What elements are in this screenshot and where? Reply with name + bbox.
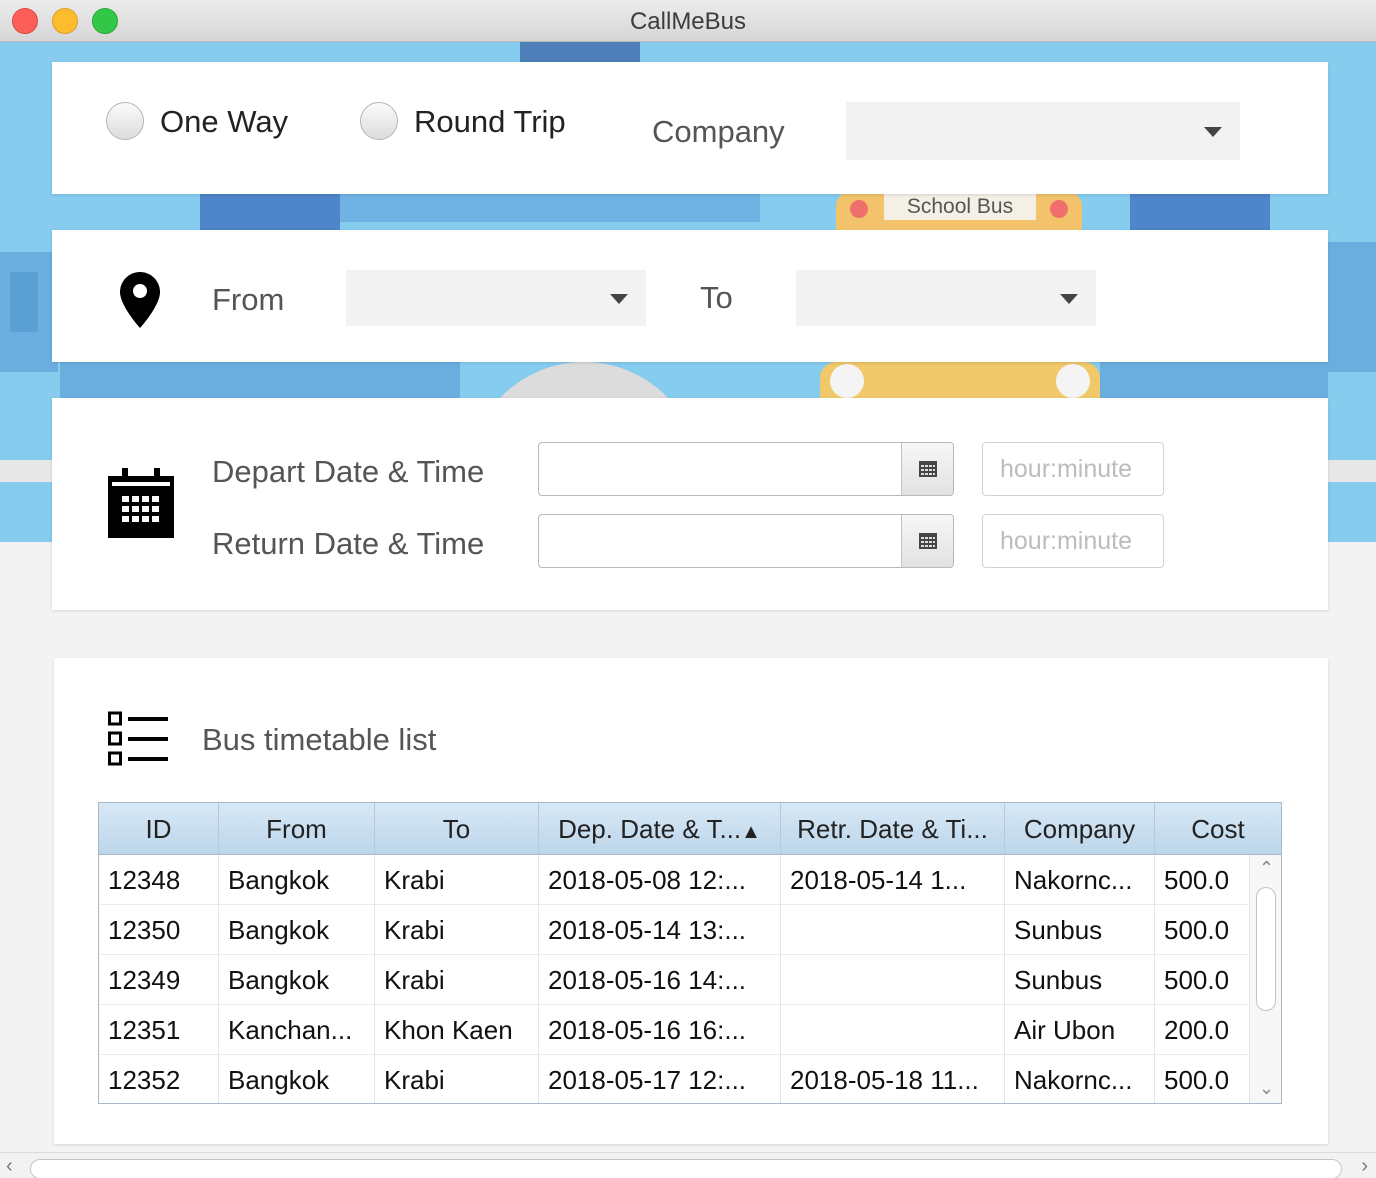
to-select[interactable] [796,270,1096,326]
cell-to: Khon Kaen [375,1005,539,1055]
timetable-table: ID From To Dep. Date & T...▲ Retr. Date … [98,802,1282,1104]
from-select[interactable] [346,270,646,326]
table-row[interactable]: 12351 Kanchan... Khon Kaen 2018-05-16 16… [99,1005,1249,1055]
column-header-company[interactable]: Company [1005,803,1155,855]
cell-id: 12352 [99,1055,219,1103]
cell-retr-date [781,905,1005,955]
column-header-retr-date[interactable]: Retr. Date & Ti... [781,803,1005,855]
chevron-down-icon [1204,127,1222,137]
route-panel: From To [52,230,1328,362]
cell-dep-date: 2018-05-17 12:... [539,1055,781,1103]
cell-id: 12350 [99,905,219,955]
return-date-time-label: Return Date & Time [212,526,485,561]
column-header-dep-date[interactable]: Dep. Date & T...▲ [539,803,781,855]
cell-company: Nakornc... [1005,855,1155,905]
from-label: From [212,282,285,317]
horizontal-scrollbar-thumb[interactable] [30,1159,1342,1178]
cell-company: Air Ubon [1005,1005,1155,1055]
cell-company: Sunbus [1005,955,1155,1005]
table-row[interactable]: 12352 Bangkok Krabi 2018-05-17 12:... 20… [99,1055,1249,1103]
cell-retr-date: 2018-05-14 1... [781,855,1005,905]
cell-from: Bangkok [219,905,375,955]
cell-from: Bangkok [219,1055,375,1103]
cell-from: Kanchan... [219,1005,375,1055]
cell-retr-date [781,955,1005,1005]
cell-from: Bangkok [219,955,375,1005]
cell-to: Krabi [375,955,539,1005]
sort-ascending-icon: ▲ [741,821,761,843]
scroll-up-icon[interactable]: ⌃ [1259,859,1274,877]
cell-dep-date: 2018-05-16 14:... [539,955,781,1005]
scroll-right-icon[interactable]: › [1361,1155,1368,1178]
cell-to: Krabi [375,1055,539,1103]
depart-calendar-button[interactable] [901,443,953,495]
company-label: Company [652,114,785,149]
depart-date-picker[interactable] [538,442,954,496]
cell-cost: 500.0 [1164,915,1230,945]
company-select[interactable] [846,102,1240,160]
cell-dep-date: 2018-05-14 13:... [539,905,781,955]
one-way-label[interactable]: One Way [160,104,288,140]
cell-cost: 500.0 [1164,865,1230,895]
cell-retr-date [781,1005,1005,1055]
calendar-icon [108,468,174,543]
scroll-left-icon[interactable]: ‹ [6,1155,13,1178]
round-trip-label[interactable]: Round Trip [414,104,566,140]
column-header-from[interactable]: From [219,803,375,855]
cell-company: Nakornc... [1005,1055,1155,1103]
cell-retr-date: 2018-05-18 11... [781,1055,1005,1103]
table-row[interactable]: 12348 Bangkok Krabi 2018-05-08 12:... 20… [99,855,1249,905]
chevron-down-icon [1060,294,1078,304]
cell-from: Bangkok [219,855,375,905]
calendar-grid-icon [919,461,937,477]
table-row[interactable]: 12350 Bangkok Krabi 2018-05-14 13:... Su… [99,905,1249,955]
window-title: CallMeBus [629,8,747,35]
scroll-down-icon[interactable]: ⌄ [1259,1079,1274,1097]
cell-id: 12348 [99,855,219,905]
cell-dep-date: 2018-05-16 16:... [539,1005,781,1055]
cell-dep-date: 2018-05-08 12:... [539,855,781,905]
return-calendar-button[interactable] [901,515,953,567]
depart-date-time-label: Depart Date & Time [212,454,485,489]
calendar-grid-icon [919,533,937,549]
window-horizontal-scrollbar[interactable]: ‹ › [0,1152,1376,1178]
cell-to: Krabi [375,855,539,905]
column-header-id[interactable]: ID [99,803,219,855]
column-header-cost[interactable]: Cost [1155,803,1281,855]
return-date-picker[interactable] [538,514,954,568]
timetable-title: Bus timetable list [202,722,437,757]
table-header: ID From To Dep. Date & T...▲ Retr. Date … [99,803,1281,855]
table-row[interactable]: 12349 Bangkok Krabi 2018-05-16 14:... Su… [99,955,1249,1005]
column-header-to[interactable]: To [375,803,539,855]
cell-id: 12351 [99,1005,219,1055]
cell-to: Krabi [375,905,539,955]
return-time-input[interactable] [982,514,1164,568]
school-bus-sign: School Bus [884,194,1036,220]
to-label: To [700,280,733,315]
chevron-down-icon [610,294,628,304]
depart-time-input[interactable] [982,442,1164,496]
table-vertical-scrollbar[interactable]: ⌃ ⌄ [1249,855,1281,1103]
column-header-dep-date-label: Dep. Date & T... [558,814,742,844]
dates-panel: Depart Date & Time Return Date & Time [52,398,1328,610]
scrollbar-thumb[interactable] [1256,887,1276,1011]
map-pin-icon [120,272,160,333]
round-trip-radio[interactable] [360,102,398,140]
trip-type-panel: One Way Round Trip Company [52,62,1328,194]
cell-company: Sunbus [1005,905,1155,955]
cell-cost: 200.0 [1164,1015,1230,1045]
title-bar: CallMeBus [0,0,1376,42]
cell-id: 12349 [99,955,219,1005]
cell-cost: 500.0 [1164,965,1230,995]
list-icon [108,710,168,773]
one-way-radio[interactable] [106,102,144,140]
cell-cost: 500.0 [1164,1065,1230,1095]
